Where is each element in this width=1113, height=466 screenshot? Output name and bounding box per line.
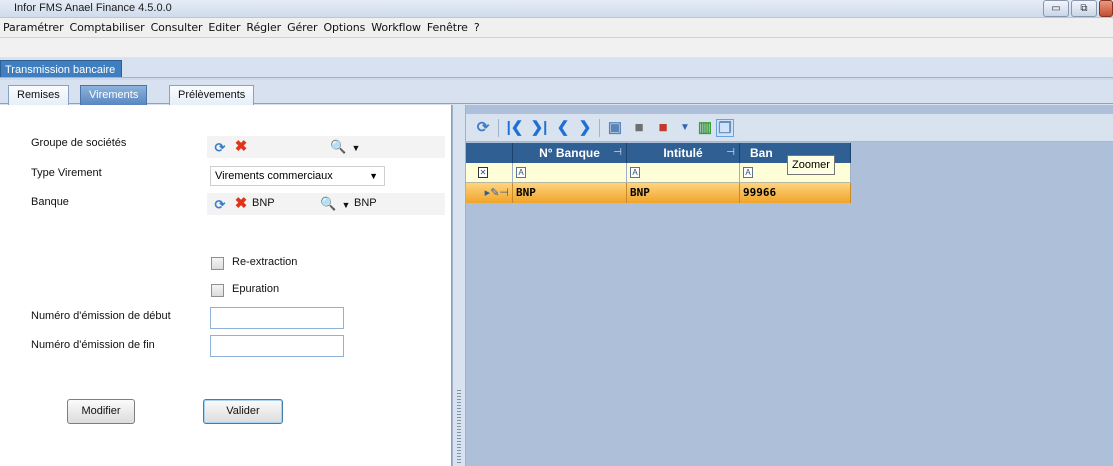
toolbar-separator (498, 119, 499, 137)
filter-cell[interactable]: A (627, 163, 740, 183)
menu-options[interactable]: Options (320, 21, 368, 34)
menu-gerer[interactable]: Gérer (284, 21, 320, 34)
groupe-label: Groupe de sociétés (31, 137, 127, 149)
num-debut-input[interactable] (210, 307, 344, 329)
filter-row-selector: ✕ (466, 163, 513, 183)
chevron-down-icon[interactable]: ▼ (676, 119, 694, 137)
table-row[interactable]: ▸✎⊣ BNP BNP 99966 (466, 183, 851, 203)
menu-parametrer[interactable]: Paramétrer (0, 21, 67, 34)
tab-virements[interactable]: Virements (80, 85, 148, 105)
num-debut-label: Numéro d'émission de début (31, 310, 171, 322)
tab-strip: Remises Virements Prélèvements (0, 80, 1113, 105)
last-icon[interactable]: ❯| (530, 119, 548, 137)
column-header-label: N° Banque (539, 146, 600, 160)
refresh-icon[interactable]: ⟳ (212, 197, 228, 213)
search-icon[interactable]: 🔍 (330, 139, 346, 155)
toolbar-separator (599, 119, 600, 137)
refresh-icon[interactable]: ⟳ (474, 119, 492, 137)
chevron-down-icon: ▼ (369, 171, 378, 181)
filter-icon: A (630, 167, 640, 178)
type-virement-label: Type Virement (31, 167, 102, 179)
menu-comptabiliser[interactable]: Comptabiliser (67, 21, 148, 34)
menu-workflow[interactable]: Workflow (368, 21, 424, 34)
pin-icon[interactable]: ⊣ (726, 143, 735, 163)
restore-button[interactable]: ⧉ (1071, 0, 1097, 17)
menu-fenetre[interactable]: Fenêtre (424, 21, 471, 34)
modifier-button[interactable]: Modifier (67, 399, 135, 424)
row-selector-header (466, 143, 513, 163)
banque-name: BNP (354, 197, 377, 209)
menu-regler[interactable]: Régler (243, 21, 284, 34)
num-fin-label: Numéro d'émission de fin (31, 339, 155, 351)
refresh-icon[interactable]: ⟳ (212, 140, 228, 156)
zoom-icon[interactable]: ❐ (716, 119, 734, 137)
filter-cell[interactable]: A (513, 163, 627, 183)
delete-icon[interactable]: ✖ (233, 139, 249, 155)
panel-splitter[interactable] (452, 105, 466, 466)
pin-icon[interactable]: ⊣ (613, 143, 622, 163)
filter-icon: A (516, 167, 526, 178)
row-edit-icon[interactable]: ▸✎⊣ (466, 183, 513, 203)
chevron-down-icon[interactable]: ▼ (338, 197, 354, 213)
reextraction-checkbox[interactable] (211, 257, 224, 270)
menu-editer[interactable]: Editer (205, 21, 243, 34)
type-virement-select[interactable]: Virements commerciaux ▼ (210, 166, 385, 186)
banque-code: BNP (252, 197, 275, 209)
tab-prelevements[interactable]: Prélèvements (169, 85, 255, 105)
chevron-down-icon[interactable]: ▼ (348, 140, 364, 156)
toolbar-strip (0, 38, 1113, 58)
filter-icon: A (743, 167, 753, 178)
cell-num-banque[interactable]: BNP (513, 183, 627, 203)
chart-icon[interactable]: ▥ (696, 119, 714, 137)
grid-toolbar: ⟳ |❮ ❯| ❮ ❯ ▣ ■ ■ ▼ ▥ ❐ (466, 114, 1113, 142)
column-header-num-banque[interactable]: N° Banque ⊣ (513, 143, 627, 163)
splitter-grip[interactable] (457, 390, 461, 465)
tab-remises[interactable]: Remises (8, 85, 69, 105)
document-tab[interactable]: Transmission bancaire (0, 60, 123, 78)
print-icon[interactable]: ■ (630, 119, 648, 137)
export-icon[interactable]: ▣ (606, 119, 624, 137)
banque-label: Banque (31, 196, 69, 208)
close-button[interactable] (1099, 0, 1113, 17)
reextraction-label: Re-extraction (232, 256, 298, 268)
column-header-label: Intitulé (663, 146, 703, 160)
epuration-label: Epuration (232, 283, 280, 295)
title-bar: Infor FMS Anael Finance 4.5.0.0 ▭ ⧉ (0, 0, 1113, 18)
column-header-label: Ban (750, 146, 773, 160)
first-icon[interactable]: |❮ (506, 119, 524, 137)
menu-consulter[interactable]: Consulter (148, 21, 206, 34)
prev-icon[interactable]: ❮ (554, 119, 572, 137)
filter-clear-icon[interactable]: ✕ (478, 167, 488, 178)
minimize-button[interactable]: ▭ (1043, 0, 1069, 17)
next-icon[interactable]: ❯ (576, 119, 594, 137)
cell-intitule[interactable]: BNP (627, 183, 740, 203)
search-icon[interactable]: 🔍 (320, 196, 336, 212)
window-controls: ▭ ⧉ (1041, 0, 1113, 18)
type-virement-value: Virements commerciaux (215, 170, 333, 182)
menu-bar: Paramétrer Comptabiliser Consulter Edite… (0, 18, 1113, 38)
cell-banque[interactable]: 99966 (740, 183, 851, 203)
valider-button[interactable]: Valider (203, 399, 283, 424)
window-title: Infor FMS Anael Finance 4.5.0.0 (14, 2, 172, 14)
zoom-tooltip: Zoomer (787, 155, 835, 175)
delete-icon[interactable]: ✖ (233, 196, 249, 212)
menu-help[interactable]: ? (471, 21, 483, 34)
num-fin-input[interactable] (210, 335, 344, 357)
epuration-checkbox[interactable] (211, 284, 224, 297)
pdf-icon[interactable]: ■ (654, 119, 672, 137)
column-header-intitule[interactable]: Intitulé ⊣ (627, 143, 740, 163)
